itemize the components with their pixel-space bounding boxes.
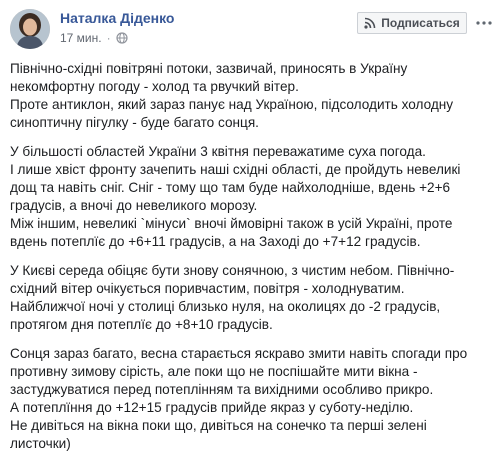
post-text-line: Між іншим, невеликі `мінуси` вночі ймові… <box>10 216 453 231</box>
post-text-line: протягом дня потеплїє до +8+10 градусів. <box>10 317 273 332</box>
post-text-line: У більшості областей України 3 квітня пе… <box>10 144 426 159</box>
globe-icon[interactable] <box>116 32 128 44</box>
post-text-line: некомфортну погоду - холод та рвучкий ві… <box>10 79 299 94</box>
post-header: Наталка Діденко 17 мин. · Подписаться <box>0 0 500 56</box>
author-name[interactable]: Наталка Діденко <box>60 10 174 26</box>
post-text-line: Сонця зараз багато, весна старається яск… <box>10 346 468 361</box>
post-body: Північно-східні повітряні потоки, зазвич… <box>10 60 492 464</box>
post-text-line: листочки) <box>10 436 71 451</box>
post-text-line: І лише хвіст фронту зачепить наші східні… <box>10 162 461 177</box>
facebook-post: Наталка Діденко 17 мин. · Подписаться Пі… <box>0 0 500 464</box>
post-paragraph: У Києві середа обіцяє бути знову сонячно… <box>10 262 492 334</box>
post-text-line: синоптичну пігулку - буде багато сонця. <box>10 115 259 130</box>
post-text-line: У Києві середа обіцяє бути знову сонячно… <box>10 263 455 278</box>
subscribe-label: Подписаться <box>381 16 460 30</box>
post-text-line: дощ та навіть сніг. Сніг - тому що там б… <box>10 180 451 195</box>
post-timestamp[interactable]: 17 мин. <box>60 31 102 45</box>
post-text-line: А потеплїння до +12+15 градусів прийде я… <box>10 400 414 415</box>
post-text-line: градусів, а вночі до невеликого морозу. <box>10 198 258 213</box>
more-dots-icon <box>476 21 492 25</box>
post-text-line: Північно-східні повітряні потоки, зазвич… <box>10 61 408 76</box>
post-text-line: Проте антиклон, який зараз панує над Укр… <box>10 97 454 112</box>
subscribe-button[interactable]: Подписаться <box>357 12 467 34</box>
post-text-line: східний вітер очікується поривчастим, по… <box>10 281 405 296</box>
post-paragraph: У більшості областей України 3 квітня пе… <box>10 143 492 251</box>
post-text-line: Найближчої ночі у столиці близько нуля, … <box>10 299 441 314</box>
more-options-button[interactable] <box>474 12 494 34</box>
post-text-line: Не дивіться на вікна поки що, дивіться н… <box>10 418 427 433</box>
post-meta: 17 мин. · <box>60 31 128 45</box>
meta-separator: · <box>106 31 111 45</box>
post-paragraph: Сонця зараз багато, весна старається яск… <box>10 345 492 453</box>
post-paragraph: Північно-східні повітряні потоки, зазвич… <box>10 60 492 132</box>
post-text-line: вдень потеплїє до +6+11 градусів, а на З… <box>10 234 421 249</box>
post-text-line: противну зимову сірість, але поки що не … <box>10 364 418 379</box>
post-text-line: застуджуватися перед потеплінням та вихі… <box>10 382 434 397</box>
rss-icon <box>364 17 376 29</box>
author-avatar[interactable] <box>10 9 50 49</box>
